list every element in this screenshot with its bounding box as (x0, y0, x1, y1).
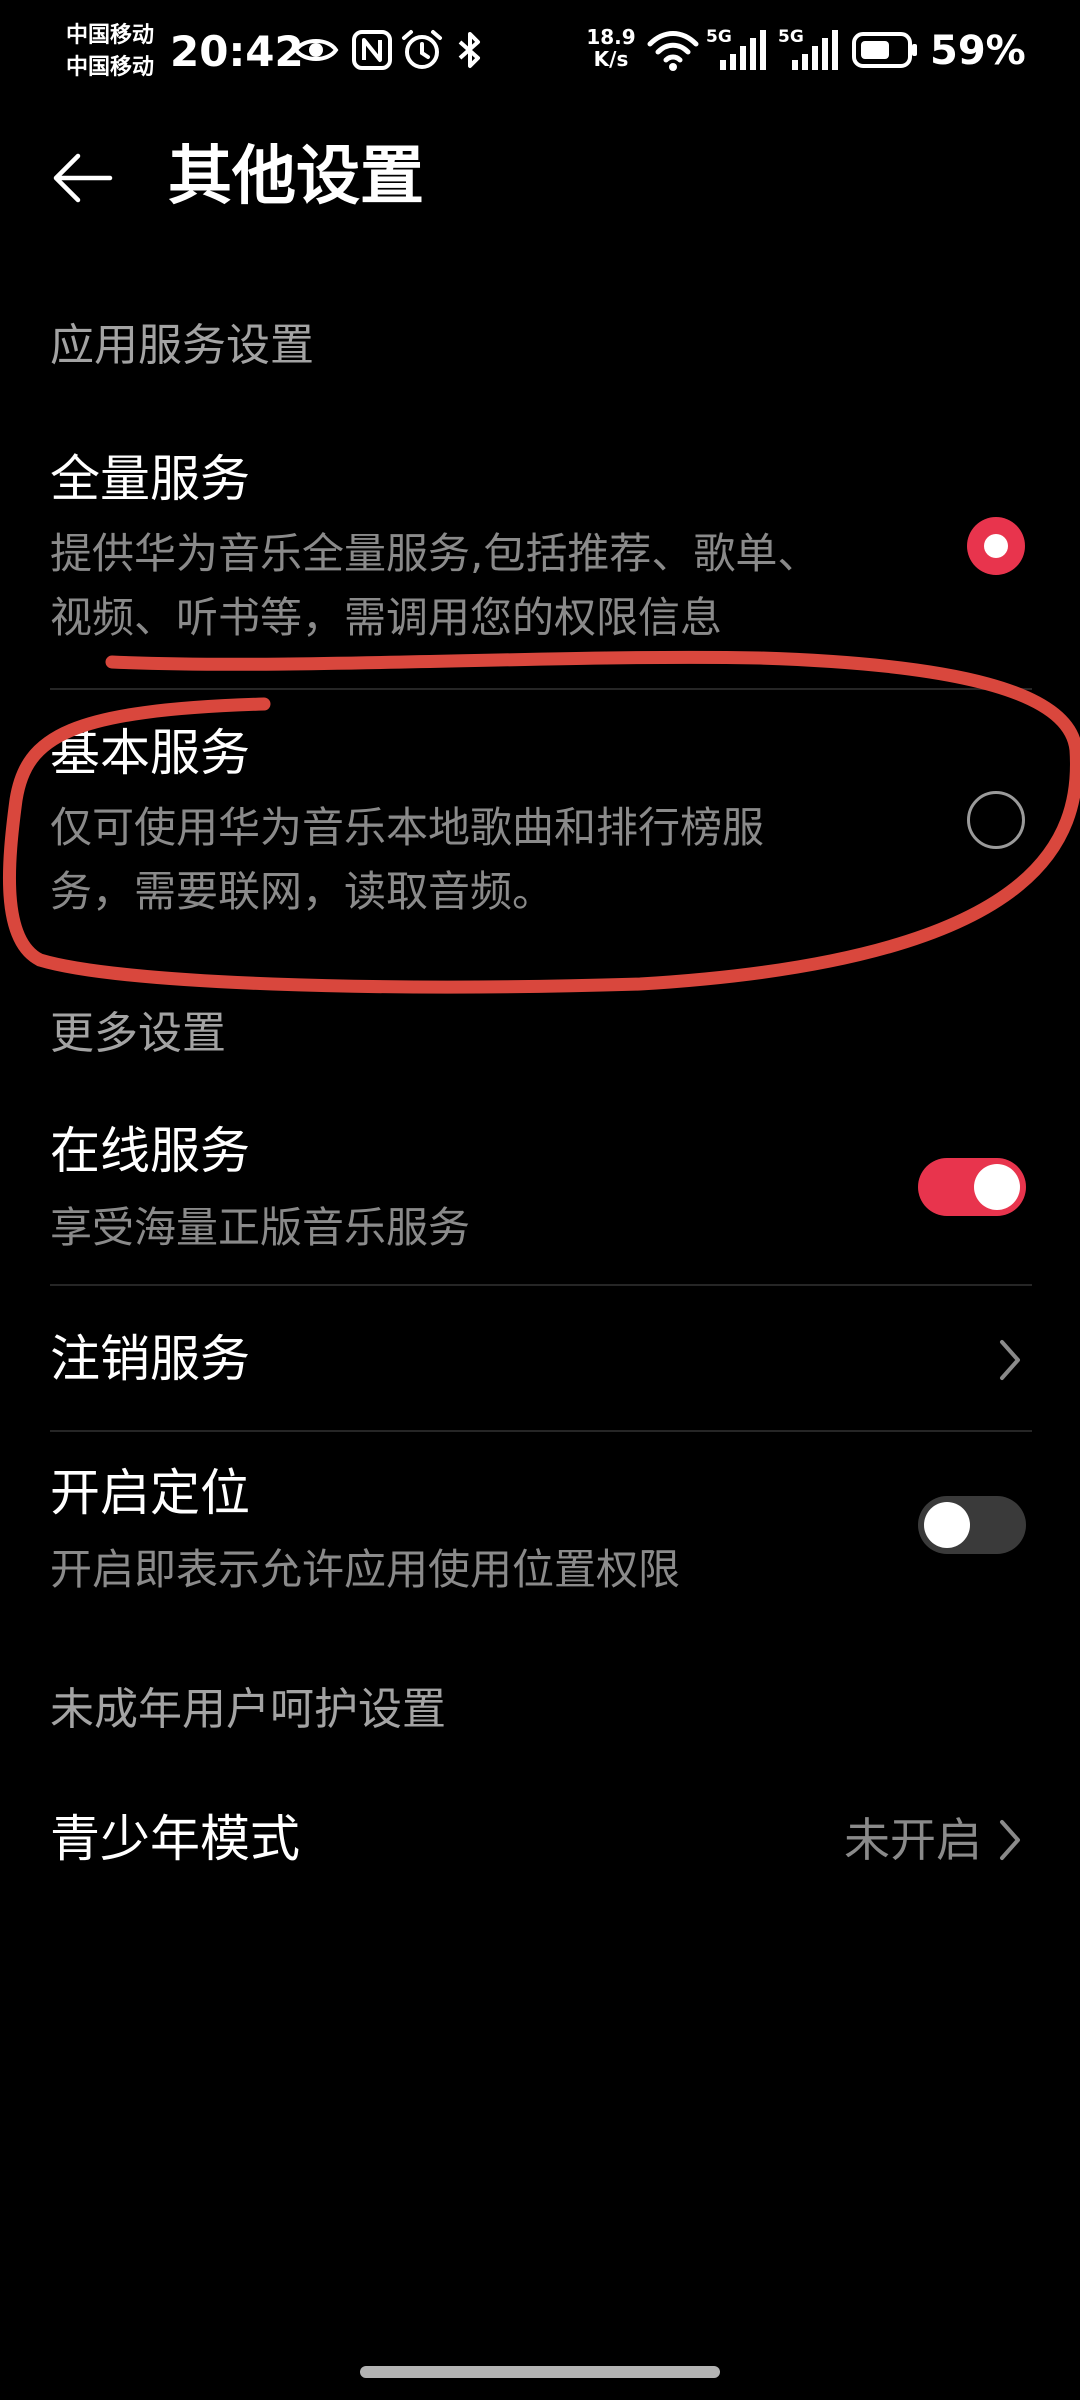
setting-desc: 享受海量正版音乐服务 (50, 1203, 471, 1252)
toggle-knob (924, 1502, 970, 1548)
section-label-more-settings: 更多设置 (50, 1008, 226, 1059)
setting-title: 在线服务 (50, 1122, 250, 1180)
alarm-icon (402, 30, 442, 69)
signal-icon (792, 30, 838, 70)
option-desc-line-2: 务，需要联网，读取音频。 (50, 867, 555, 916)
divider (50, 1430, 1032, 1432)
radio-selected[interactable] (966, 516, 1026, 576)
section-label-app-service: 应用服务设置 (50, 320, 314, 371)
divider (50, 1284, 1032, 1286)
toggle-knob (974, 1164, 1020, 1210)
chevron-right-icon (1000, 1340, 1020, 1380)
nfc-icon (352, 30, 392, 70)
carrier-info: 中国移动 中国移动 (66, 20, 166, 84)
net-speed: 18.9 K/s (584, 26, 638, 70)
app-header: 其他设置 (0, 120, 1080, 230)
toggle-on[interactable] (918, 1158, 1026, 1216)
option-desc-line-1: 提供华为音乐全量服务,包括推荐、歌单、 (50, 529, 820, 578)
chevron-right-icon (1000, 1820, 1020, 1860)
battery-percentage: 59% (930, 28, 1026, 74)
signal-icon (720, 30, 766, 70)
option-title: 全量服务 (50, 450, 250, 508)
wifi-icon (647, 31, 699, 71)
net-speed-unit: K/s (593, 47, 629, 71)
status-bar: 中国移动 中国移动 20:42 18.9 K/s 5G 5G 59% (0, 0, 1080, 104)
status-time: 20:42 (170, 27, 304, 76)
setting-title: 注销服务 (50, 1330, 250, 1388)
net-speed-value: 18.9 (586, 25, 636, 49)
bluetooth-icon (458, 32, 480, 68)
carrier-1: 中国移动 (66, 23, 155, 48)
setting-title: 青少年模式 (50, 1810, 300, 1868)
section-label-minor-settings: 未成年用户呵护设置 (50, 1684, 446, 1735)
battery-icon (852, 32, 917, 68)
setting-desc: 开启即表示允许应用使用位置权限 (50, 1545, 681, 1594)
home-indicator[interactable] (360, 2366, 720, 2378)
divider (50, 688, 1032, 690)
eye-icon (293, 39, 339, 61)
carrier-2: 中国移动 (66, 55, 155, 80)
setting-value: 未开启 (844, 1813, 982, 1867)
page-title: 其他设置 (168, 140, 424, 214)
arrow-left-icon[interactable] (50, 146, 114, 210)
option-desc-line-2: 视频、听书等，需调用您的权限信息 (50, 593, 723, 642)
setting-title: 开启定位 (50, 1464, 250, 1522)
option-title: 基本服务 (50, 724, 250, 782)
radio-unselected[interactable] (966, 790, 1026, 850)
toggle-off[interactable] (918, 1496, 1026, 1554)
option-desc-line-1: 仅可使用华为音乐本地歌曲和排行榜服 (50, 803, 765, 852)
